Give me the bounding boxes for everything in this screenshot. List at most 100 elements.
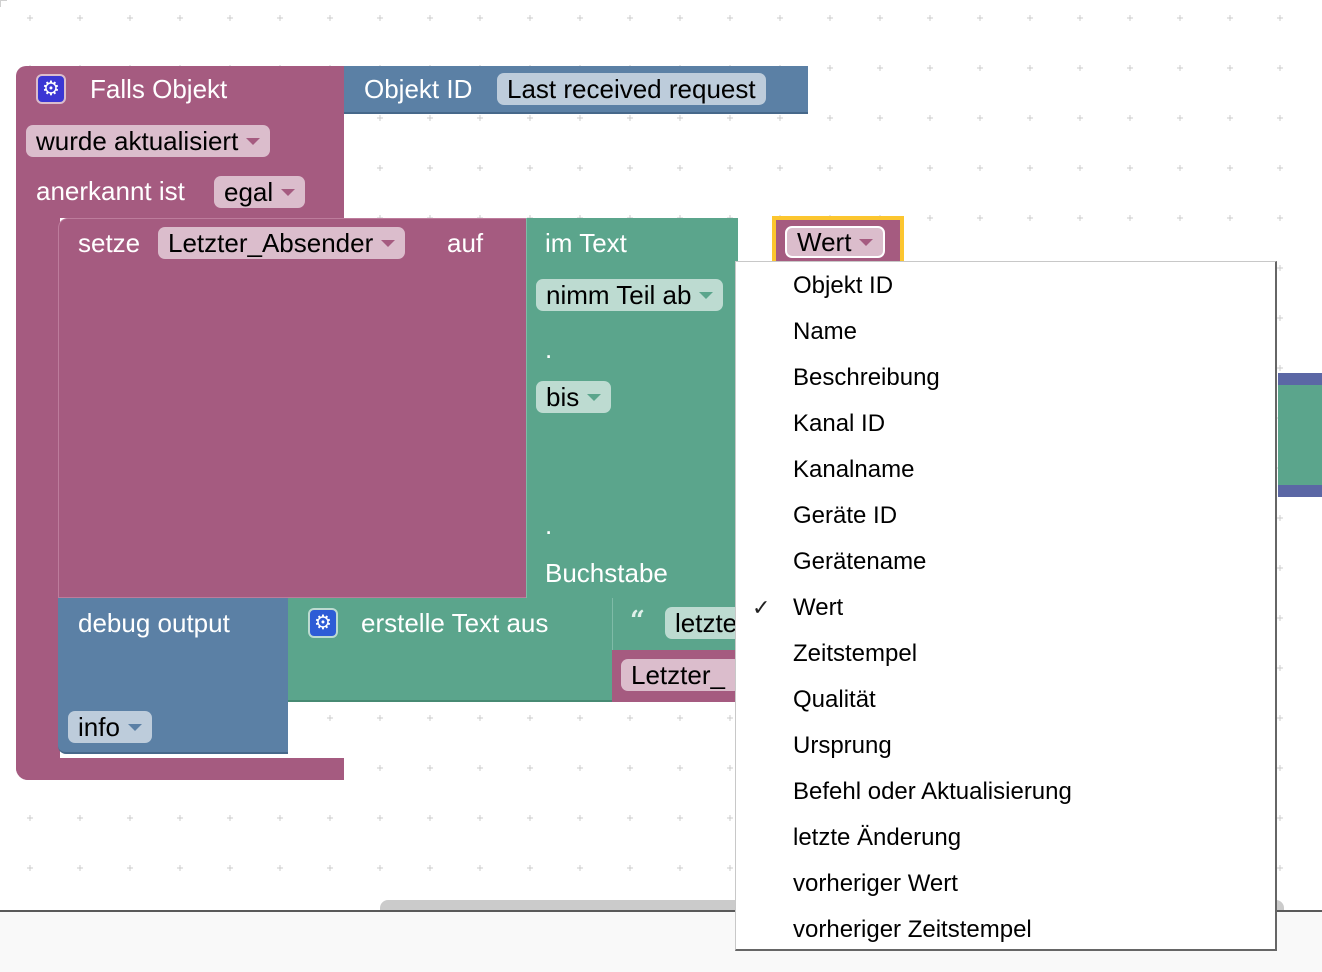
menu-item[interactable]: Ursprung [736, 731, 1275, 777]
grid-dot [1127, 65, 1133, 71]
chevron-down-icon [699, 291, 714, 299]
gear-icon[interactable]: ⚙ [308, 608, 338, 638]
grid-dot [1177, 215, 1183, 221]
grid-dot [177, 15, 183, 21]
gear-icon[interactable]: ⚙ [36, 74, 66, 104]
grid-dot [127, 865, 133, 871]
grid-dot [1177, 115, 1183, 121]
from-dropdown[interactable]: nimm Teil ab [536, 279, 724, 311]
grid-dot [1277, 615, 1283, 621]
property-dropdown[interactable]: Wert [785, 226, 886, 258]
grid-dot [1277, 65, 1283, 71]
menu-item[interactable]: Objekt ID [736, 271, 1275, 317]
menu-item[interactable]: Name [736, 317, 1275, 363]
menu-item[interactable]: letzte Änderung [736, 823, 1275, 869]
menu-item[interactable]: Geräte ID [736, 501, 1275, 547]
grid-dot [1277, 565, 1283, 571]
letter-label: Buchstabe [545, 558, 668, 588]
menu-item[interactable]: Qualität [736, 685, 1275, 731]
grid-dot [427, 15, 433, 21]
chevron-down-icon [246, 137, 261, 145]
grid-dot [1277, 515, 1283, 521]
grid-dot [1127, 15, 1133, 21]
to-dropdown[interactable]: bis [536, 381, 612, 413]
menu-item[interactable]: Kanal ID [736, 409, 1275, 455]
debug-level-dropdown[interactable]: info [68, 711, 152, 743]
chevron-down-icon [381, 239, 396, 247]
grid-dot [727, 165, 733, 171]
grid-dot [677, 115, 683, 121]
grid-dot [1077, 215, 1083, 221]
set-variable-block[interactable] [58, 218, 528, 598]
grid-dot [627, 165, 633, 171]
grid-dot [977, 215, 983, 221]
menu-item-label: vorheriger Zeitstempel [793, 916, 1032, 943]
grid-dot [577, 865, 583, 871]
grid-dot [1277, 715, 1283, 721]
grid-dot [577, 815, 583, 821]
grid-dot [527, 165, 533, 171]
object-id-value[interactable]: Last received request [497, 73, 766, 105]
grid-dot [1277, 165, 1283, 171]
grid-dot [477, 165, 483, 171]
grid-dot [677, 15, 683, 21]
grid-dot [777, 15, 783, 21]
grid-dot [27, 865, 33, 871]
menu-item[interactable]: Zeitstempel [736, 639, 1275, 685]
menu-item[interactable]: Gerätename [736, 547, 1275, 593]
grid-dot [1227, 65, 1233, 71]
menu-item[interactable]: vorheriger Wert [736, 869, 1275, 915]
dot-1: . [545, 334, 553, 364]
grid-dot [1077, 165, 1083, 171]
offscreen-block-text: griff [1274, 819, 1317, 849]
menu-item[interactable]: Beschreibung [736, 363, 1275, 409]
grid-dot [1277, 215, 1283, 221]
grid-dot [477, 865, 483, 871]
offscreen-block[interactable]: griff [1274, 373, 1322, 849]
grid-dot [677, 165, 683, 171]
grid-dot [427, 765, 433, 771]
grid-dot [1077, 15, 1083, 21]
grid-dot [627, 765, 633, 771]
menu-item-label: letzte Änderung [793, 824, 962, 851]
menu-item[interactable]: Kanalname [736, 455, 1275, 501]
variable-getter-value[interactable]: Letzter_ [621, 659, 741, 691]
grid-dot [727, 115, 733, 121]
grid-dot [1027, 65, 1033, 71]
grid-dot [277, 15, 283, 21]
grid-dot [27, 15, 33, 21]
event-block-spine [16, 200, 60, 780]
grid-dot [77, 815, 83, 821]
menu-item[interactable]: ✓ Wert [736, 593, 1275, 639]
menu-item-label: Kanalname [793, 456, 915, 483]
menu-item[interactable]: vorheriger Zeitstempel [736, 915, 1275, 961]
text-join-label: erstelle Text aus [361, 608, 549, 638]
grid-dot [1277, 315, 1283, 321]
grid-dot [777, 115, 783, 121]
grid-dot [1177, 165, 1183, 171]
ack-label: anerkannt ist [36, 176, 185, 206]
trigger-dropdown[interactable]: wurde aktualisiert [26, 125, 271, 157]
grid-dot [1127, 165, 1133, 171]
chevron-down-icon [281, 188, 296, 196]
grid-dot [1127, 115, 1133, 121]
grid-dot [377, 165, 383, 171]
grid-dot [1277, 365, 1283, 371]
menu-item[interactable]: Befehl oder Aktualisierung [736, 777, 1275, 823]
to-label: auf [447, 228, 484, 258]
grid-dot [1077, 115, 1083, 121]
menu-item-label: Name [793, 318, 858, 345]
variable-dropdown[interactable]: Letzter_Absender [158, 227, 406, 259]
text-literal-value[interactable]: letzte [665, 607, 745, 639]
grid-dot [1177, 15, 1183, 21]
property-dropdown-menu[interactable]: Objekt ID Name Beschreibung Kanal ID Kanalna… [735, 261, 1277, 951]
set-label: setze [78, 228, 141, 258]
grid-dot [477, 715, 483, 721]
grid-dot [427, 815, 433, 821]
grid-dot [327, 865, 333, 871]
grid-dot [577, 15, 583, 21]
in-text-label: im Text [545, 228, 627, 258]
grid-dot [1227, 165, 1233, 171]
chevron-down-icon [127, 723, 142, 731]
ack-dropdown[interactable]: egal [214, 176, 306, 208]
